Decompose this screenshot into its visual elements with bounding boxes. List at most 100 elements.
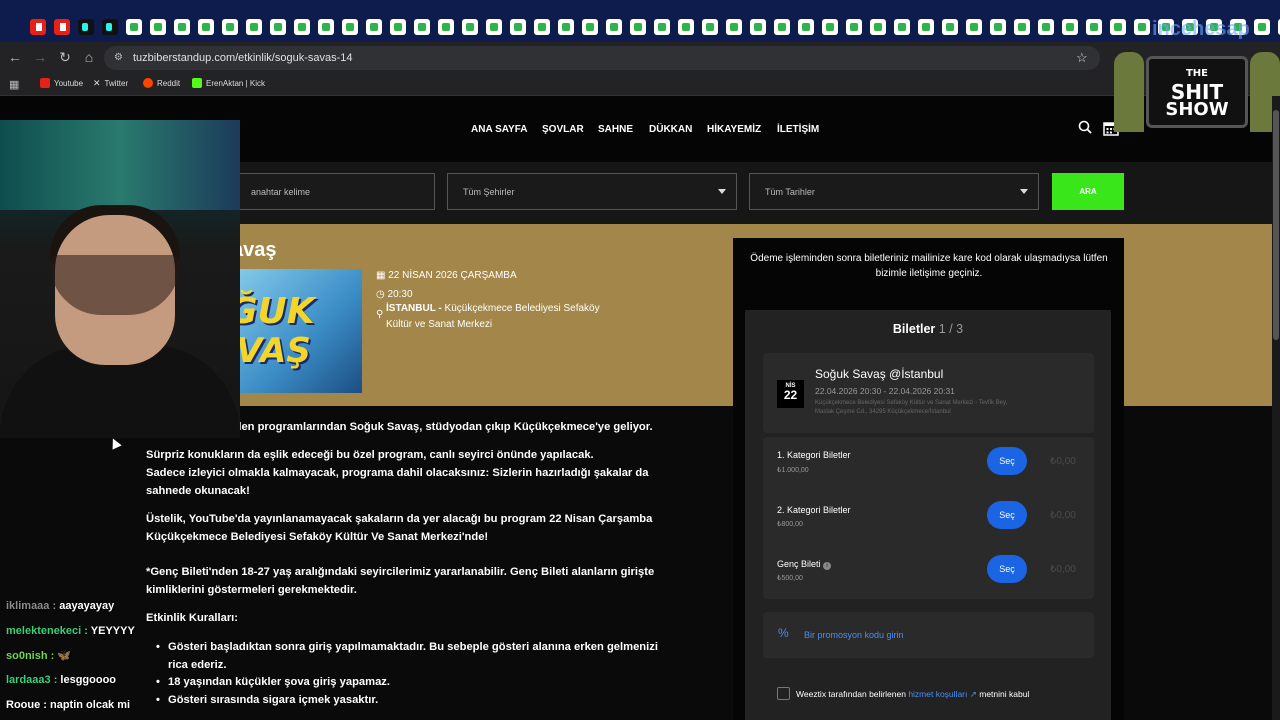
browser-tab[interactable]	[630, 19, 646, 35]
location-pin-icon: ⚲	[376, 309, 384, 320]
nav-sovlar[interactable]: ŞOVLAR	[542, 124, 584, 135]
nav-iletisim[interactable]: İLETİŞİM	[777, 124, 819, 135]
bookmark-reddit[interactable]: Reddit	[143, 78, 180, 88]
browser-tab[interactable]	[1062, 19, 1078, 35]
browser-tab[interactable]	[1086, 19, 1102, 35]
nav-hikayemiz[interactable]: HİKAYEMİZ	[707, 124, 761, 135]
payment-notice: Ödeme işleminden sonra biletleriniz mail…	[750, 253, 1108, 279]
reload-icon[interactable]: ↻	[56, 48, 74, 66]
bookmark-kick[interactable]: ErenAktan | Kick	[192, 78, 265, 88]
browser-tab[interactable]	[438, 19, 454, 35]
browser-tab[interactable]	[342, 19, 358, 35]
keyword-search-input[interactable]: anahtar kelime	[235, 173, 435, 210]
event-time: ◷ 20:30	[376, 289, 413, 300]
event-date: ▦ 22 NİSAN 2026 ÇARŞAMBA	[376, 270, 517, 281]
browser-tab[interactable]	[486, 19, 502, 35]
browser-tab[interactable]	[798, 19, 814, 35]
nav-ana-sayfa[interactable]: ANA SAYFA	[471, 124, 528, 135]
browser-tab[interactable]	[966, 19, 982, 35]
browser-tab[interactable]	[414, 19, 430, 35]
browser-tab[interactable]	[846, 19, 862, 35]
chat-username: lardaaa3 :	[6, 674, 61, 686]
terms-checkbox[interactable]	[777, 687, 790, 700]
browser-tab[interactable]	[702, 19, 718, 35]
browser-tab[interactable]	[1038, 19, 1054, 35]
city-select[interactable]: Tüm Şehirler	[447, 173, 737, 210]
browser-tab[interactable]	[534, 19, 550, 35]
browser-tab[interactable]	[606, 19, 622, 35]
description-p4: *Genç Bileti'nden 18-27 yaş aralığındaki…	[146, 566, 655, 596]
ticket-amount: ₺0,00	[1050, 456, 1076, 467]
browser-tab[interactable]	[678, 19, 694, 35]
browser-tab[interactable]	[774, 19, 790, 35]
search-icon[interactable]	[1078, 120, 1092, 134]
browser-tab[interactable]	[126, 19, 142, 35]
reddit-icon	[143, 78, 153, 88]
browser-tab[interactable]	[294, 19, 310, 35]
browser-tab[interactable]	[150, 19, 166, 35]
browser-tab[interactable]	[1110, 19, 1126, 35]
chat-text: aayayayay	[59, 600, 115, 612]
browser-tab[interactable]	[366, 19, 382, 35]
browser-tab[interactable]	[750, 19, 766, 35]
browser-tab[interactable]	[1014, 19, 1030, 35]
bookmark-twitter[interactable]: ✕ Twitter	[93, 78, 128, 89]
nav-sahne[interactable]: SAHNE	[598, 124, 633, 135]
browser-tab[interactable]	[174, 19, 190, 35]
ticket-price: ₺1.000,00	[777, 467, 809, 474]
browser-tab[interactable]	[510, 19, 526, 35]
description-p1: vilen programlarından Soğuk Savaş, stüdy…	[229, 421, 653, 433]
browser-tab[interactable]	[582, 19, 598, 35]
card-address: Küçükçekmece Belediyesi Sefaköy Kültür v…	[815, 400, 1008, 415]
forward-icon[interactable]: →	[31, 48, 49, 66]
bookmark-star-icon[interactable]: ☆	[1076, 50, 1088, 66]
select-ticket-button[interactable]: Seç	[987, 501, 1027, 529]
browser-tab[interactable]	[1254, 19, 1270, 35]
browser-tab[interactable]	[222, 19, 238, 35]
apps-grid-icon[interactable]: ▦	[9, 78, 19, 91]
chat-text: 🦋	[57, 650, 72, 662]
browser-tab[interactable]	[894, 19, 910, 35]
browser-tab[interactable]	[54, 19, 70, 35]
browser-tab[interactable]	[870, 19, 886, 35]
back-icon[interactable]: ←	[6, 48, 24, 66]
scrollbar-thumb[interactable]	[1273, 110, 1279, 340]
chat-username: Rooue :	[6, 699, 50, 711]
event-location: ⚲ İSTANBUL - Küçükçekmece Belediyesi Sef…	[376, 301, 636, 333]
browser-tab[interactable]	[822, 19, 838, 35]
browser-tab[interactable]	[990, 19, 1006, 35]
home-icon[interactable]: ⌂	[80, 48, 98, 66]
terms-link[interactable]: hizmet koşulları	[908, 689, 967, 699]
chat-text: lesggoooo	[60, 674, 117, 686]
browser-tab[interactable]	[102, 19, 118, 35]
date-select[interactable]: Tüm Tarihler	[749, 173, 1039, 210]
browser-tab[interactable]	[918, 19, 934, 35]
browser-tab[interactable]	[270, 19, 286, 35]
browser-tab[interactable]	[198, 19, 214, 35]
search-button[interactable]: ARA	[1052, 173, 1124, 210]
promo-code-link[interactable]: Bir promosyon kodu girin	[804, 630, 904, 640]
browser-tab[interactable]	[726, 19, 742, 35]
event-city: İSTANBUL -	[386, 303, 442, 314]
nav-dukkan[interactable]: DÜKKAN	[649, 124, 692, 135]
calendar-icon: ▦	[376, 270, 389, 281]
site-info-icon[interactable]: ⚙	[114, 52, 123, 63]
ticket-name: Genç Bileti i	[777, 559, 832, 570]
chat-message: lardaaa3 : lesggoooo	[6, 674, 116, 686]
browser-tab[interactable]	[462, 19, 478, 35]
select-ticket-button[interactable]: Seç	[987, 555, 1027, 583]
info-icon[interactable]: i	[823, 562, 832, 570]
description-p3: Üstelik, YouTube'da yayınlanamayacak şak…	[146, 513, 653, 543]
browser-tab[interactable]	[30, 19, 46, 35]
browser-tab[interactable]	[942, 19, 958, 35]
browser-tab[interactable]	[246, 19, 262, 35]
browser-tab[interactable]	[654, 19, 670, 35]
browser-tab[interactable]	[1134, 19, 1150, 35]
browser-tab[interactable]	[390, 19, 406, 35]
browser-tab[interactable]	[78, 19, 94, 35]
bookmark-youtube[interactable]: Youtube	[40, 78, 83, 88]
select-ticket-button[interactable]: Seç	[987, 447, 1027, 475]
browser-tab[interactable]	[558, 19, 574, 35]
card-title: Soğuk Savaş @İstanbul	[815, 367, 944, 381]
browser-tab[interactable]	[318, 19, 334, 35]
